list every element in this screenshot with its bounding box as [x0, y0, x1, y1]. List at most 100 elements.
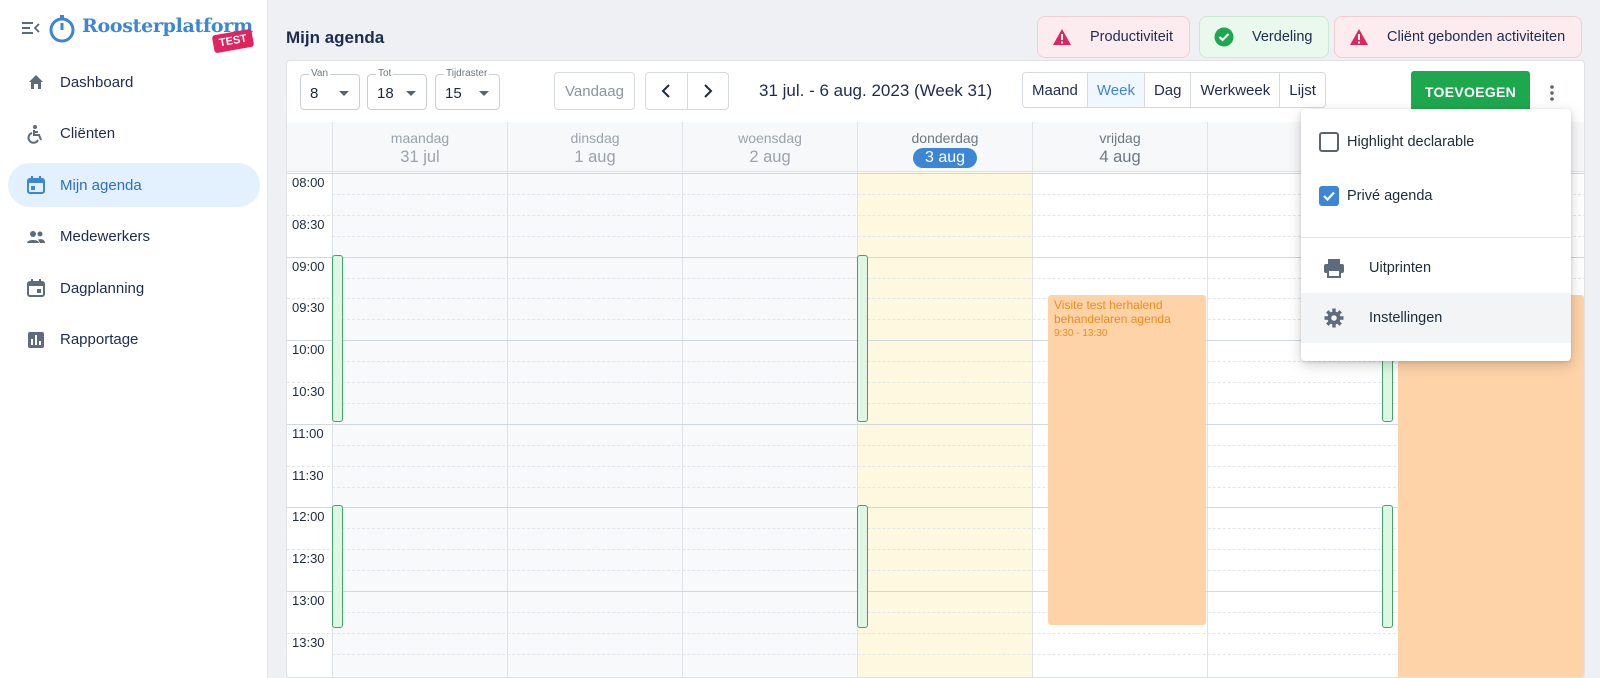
time-label: 10:30 — [292, 384, 325, 399]
status-chip-label: Productiviteit — [1090, 29, 1174, 45]
gear-icon — [1324, 308, 1344, 328]
status-chip-verdeling[interactable]: Verdeling — [1199, 16, 1330, 58]
time-label: 08:00 — [292, 175, 325, 190]
day-header[interactable]: woensdag 2 aug — [682, 122, 857, 172]
chevron-down-icon — [406, 91, 416, 96]
day-date: 31 jul — [400, 148, 440, 166]
event-time: 9:30 - 13:30 — [1054, 328, 1108, 339]
time-label: 10:00 — [292, 342, 325, 358]
day-column[interactable] — [857, 172, 1032, 677]
day-date: 4 aug — [1099, 148, 1141, 166]
status-chip-productiviteit[interactable]: Productiviteit — [1037, 16, 1191, 58]
people-icon — [26, 227, 46, 247]
time-label: 09:30 — [292, 300, 325, 316]
page-title: Mijn agenda — [286, 28, 385, 47]
highlight-declarable-option[interactable]: Highlight declarable — [1301, 127, 1571, 157]
day-name: woensdag — [738, 130, 802, 146]
van-select[interactable]: Van 8 — [300, 68, 360, 110]
settings-option[interactable]: Instellingen — [1301, 293, 1571, 343]
day-name: maandag — [390, 130, 450, 146]
grid-line — [287, 423, 1584, 425]
time-label: 13:30 — [292, 634, 325, 650]
options-menu: Highlight declarable Privé agenda Uitpri… — [1301, 109, 1571, 361]
chevron-down-icon — [479, 91, 489, 96]
sidebar-item-label: Cliënten — [60, 125, 116, 142]
next-week-button[interactable] — [688, 73, 729, 109]
tijdraster-select[interactable]: Tijdraster 15 — [435, 68, 500, 110]
prive-agenda-label: Privé agenda — [1347, 188, 1433, 204]
sidebar-item-medewerkers[interactable]: Medewerkers — [8, 215, 260, 259]
status-chip-label: Verdeling — [1252, 29, 1313, 45]
sidebar-item-dashboard[interactable]: Dashboard — [8, 60, 260, 104]
check-circle-icon — [1214, 27, 1234, 47]
print-option[interactable]: Uitprinten — [1301, 243, 1571, 293]
time-label: 13:00 — [292, 593, 325, 608]
van-value: 8 — [310, 85, 319, 102]
view-werkweek[interactable]: Werkweek — [1191, 73, 1281, 107]
checkbox-checked-icon[interactable] — [1319, 186, 1339, 206]
availability-slot[interactable] — [332, 255, 343, 422]
day-date: 1 aug — [574, 148, 616, 166]
day-header[interactable]: donderdag 3 aug — [857, 122, 1032, 172]
print-icon — [1324, 259, 1344, 278]
sidebar-item-label: Rapportage — [60, 331, 139, 348]
print-label: Uitprinten — [1369, 260, 1432, 276]
date-range-label: 31 jul. - 6 aug. 2023 (Week 31) — [759, 81, 993, 100]
sidebar-item-label: Medewerkers — [60, 228, 151, 245]
availability-slot[interactable] — [332, 505, 343, 628]
time-label: 11:30 — [292, 467, 324, 483]
sidebar-item-mijn-agenda[interactable]: Mijn agenda — [8, 163, 260, 207]
availability-slot[interactable] — [857, 505, 868, 628]
sidebar-nav: Dashboard Cliënten Mijn agenda Medewerke… — [8, 60, 260, 369]
grid-line — [287, 465, 1584, 467]
prive-agenda-option[interactable]: Privé agenda — [1301, 181, 1571, 211]
more-vert-icon[interactable] — [1547, 83, 1557, 103]
time-label: 08:30 — [292, 216, 325, 232]
status-chip-label: Cliënt gebonden activiteiten — [1387, 29, 1566, 45]
day-date: 2 aug — [749, 148, 791, 166]
today-date-pill: 3 aug — [912, 148, 978, 168]
time-label: 09:00 — [292, 258, 325, 274]
tot-select[interactable]: Tot 18 — [367, 68, 427, 110]
sidebar-item-dagplanning[interactable]: Dagplanning — [8, 266, 260, 310]
logo-icon — [49, 15, 75, 43]
menu-divider — [1301, 237, 1571, 238]
view-maand[interactable]: Maand — [1023, 73, 1088, 107]
add-button[interactable]: TOEVOEGEN — [1411, 71, 1530, 113]
day-column[interactable] — [682, 172, 857, 677]
day-name: donderdag — [911, 130, 979, 146]
day-header[interactable]: dinsdag 1 aug — [507, 122, 682, 172]
day-column[interactable] — [507, 172, 682, 677]
status-chip-client-gebonden[interactable]: Cliënt gebonden activiteiten — [1334, 16, 1583, 58]
week-navigation — [645, 72, 729, 110]
day-name: dinsdag — [570, 130, 620, 146]
tijdraster-value: 15 — [445, 85, 462, 102]
availability-slot[interactable] — [857, 255, 868, 422]
view-week[interactable]: Week — [1087, 73, 1145, 107]
day-header[interactable]: maandag 31 jul — [332, 122, 507, 172]
tot-value: 18 — [377, 85, 394, 102]
warning-icon — [1350, 29, 1368, 45]
time-label: 12:30 — [292, 551, 325, 567]
bar-chart-icon — [26, 330, 46, 350]
previous-week-button[interactable] — [646, 73, 688, 109]
event-icon — [26, 278, 46, 298]
tijdraster-caption: Tijdraster — [444, 68, 490, 79]
day-header[interactable]: vrijdag 4 aug — [1032, 122, 1207, 172]
van-caption: Van — [309, 68, 331, 79]
view-dag[interactable]: Dag — [1145, 73, 1192, 107]
view-lijst[interactable]: Lijst — [1280, 73, 1325, 107]
checkbox-icon[interactable] — [1319, 132, 1339, 152]
calendar-icon — [26, 175, 46, 195]
chevron-left-icon — [661, 84, 670, 98]
sidebar-item-label: Dagplanning — [60, 279, 145, 297]
chevron-down-icon — [339, 91, 349, 96]
menu-collapse-icon[interactable] — [22, 20, 40, 36]
day-column[interactable] — [332, 172, 507, 677]
today-button[interactable]: Vandaag — [554, 72, 635, 110]
sidebar-item-rapportage[interactable]: Rapportage — [8, 318, 260, 362]
settings-label: Instellingen — [1369, 310, 1443, 326]
sidebar-item-clienten[interactable]: Cliënten — [8, 112, 260, 156]
availability-slot[interactable] — [1382, 505, 1393, 628]
calendar-event[interactable]: Visite test herhalend behandelaren agend… — [1048, 295, 1206, 625]
